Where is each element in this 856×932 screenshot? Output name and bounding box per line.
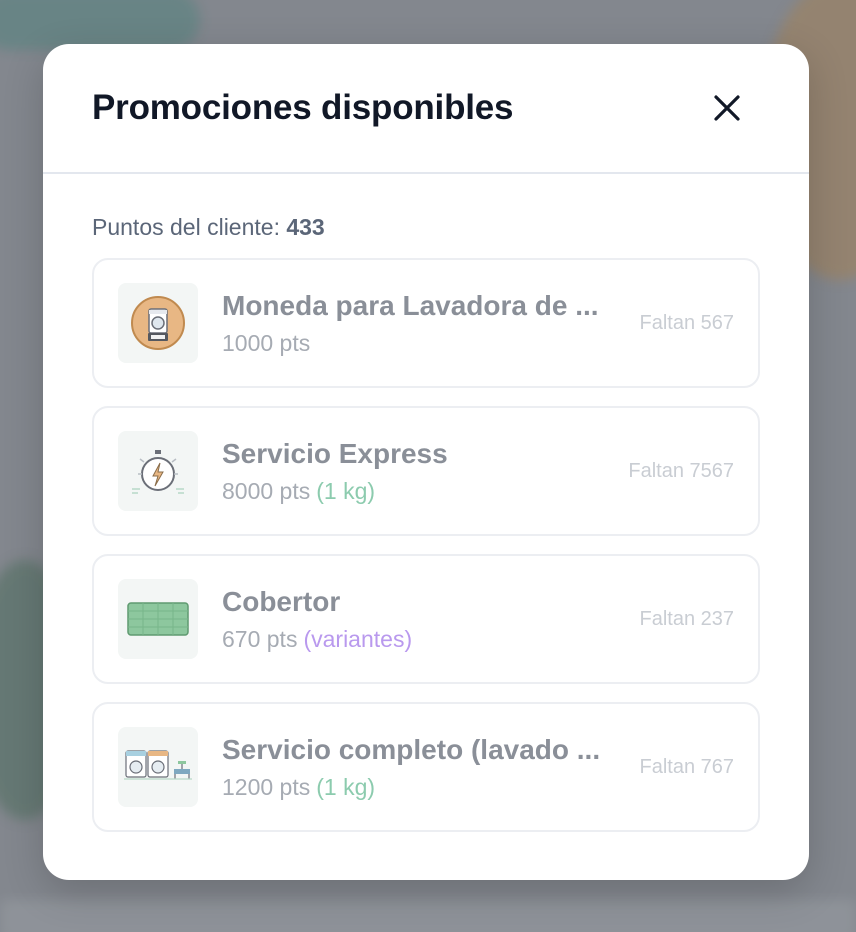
modal-header: Promociones disponibles [43, 44, 809, 174]
promotion-meta: 8000 pts (1 kg) [222, 478, 616, 505]
promotion-card[interactable]: Cobertor 670 pts (variantes) Faltan 237 [92, 554, 760, 684]
promotion-meta: 670 pts (variantes) [222, 626, 627, 653]
promotion-meta: 1000 pts [222, 330, 627, 357]
promotion-variants-tag: (variantes) [303, 625, 413, 652]
promotion-cost: 670 pts [222, 625, 298, 652]
washer-coin-icon [118, 283, 198, 363]
promotion-unit-tag: (1 kg) [316, 477, 376, 504]
modal-body: Puntos del cliente: 433 Moneda para Lava… [43, 174, 809, 832]
promotion-missing-points: Faltan 7567 [628, 459, 734, 482]
customer-points-value: 433 [286, 214, 325, 240]
promotion-info: Servicio completo (lavado ... 1200 pts (1… [222, 734, 627, 801]
promotion-cost: 8000 pts [222, 477, 311, 504]
promotion-card[interactable]: Servicio completo (lavado ... 1200 pts (1… [92, 702, 760, 832]
promotions-modal: Promociones disponibles Puntos del clien… [43, 44, 809, 880]
blanket-icon [118, 579, 198, 659]
customer-points-label: Puntos del cliente: [92, 214, 280, 240]
promotion-name: Moneda para Lavadora de ... [222, 289, 599, 321]
promotion-name: Servicio Express [222, 437, 448, 469]
promotion-info: Moneda para Lavadora de ... 1000 pts [222, 290, 627, 357]
promotion-cost: 1000 pts [222, 329, 311, 356]
promotion-missing-points: Faltan 767 [639, 755, 734, 778]
modal-title: Promociones disponibles [92, 88, 514, 127]
laundry-machines-icon [118, 727, 198, 807]
promotion-info: Servicio Express 8000 pts (1 kg) [222, 438, 616, 505]
close-icon [714, 95, 740, 121]
promotion-meta: 1200 pts (1 kg) [222, 774, 627, 801]
stopwatch-icon [118, 431, 198, 511]
promotion-missing-points: Faltan 237 [639, 607, 734, 630]
promotion-name: Servicio completo (lavado ... [222, 733, 601, 765]
close-button[interactable] [711, 92, 743, 124]
customer-points: Puntos del cliente: 433 [92, 214, 760, 241]
promotion-missing-points: Faltan 567 [639, 311, 734, 334]
promotion-card[interactable]: Moneda para Lavadora de ... 1000 pts Fal… [92, 258, 760, 388]
promotion-name: Cobertor [222, 585, 341, 617]
promotion-cost: 1200 pts [222, 773, 311, 800]
promotion-card[interactable]: Servicio Express 8000 pts (1 kg) Faltan 7… [92, 406, 760, 536]
promotion-info: Cobertor 670 pts (variantes) [222, 586, 627, 653]
promotion-unit-tag: (1 kg) [316, 773, 376, 800]
